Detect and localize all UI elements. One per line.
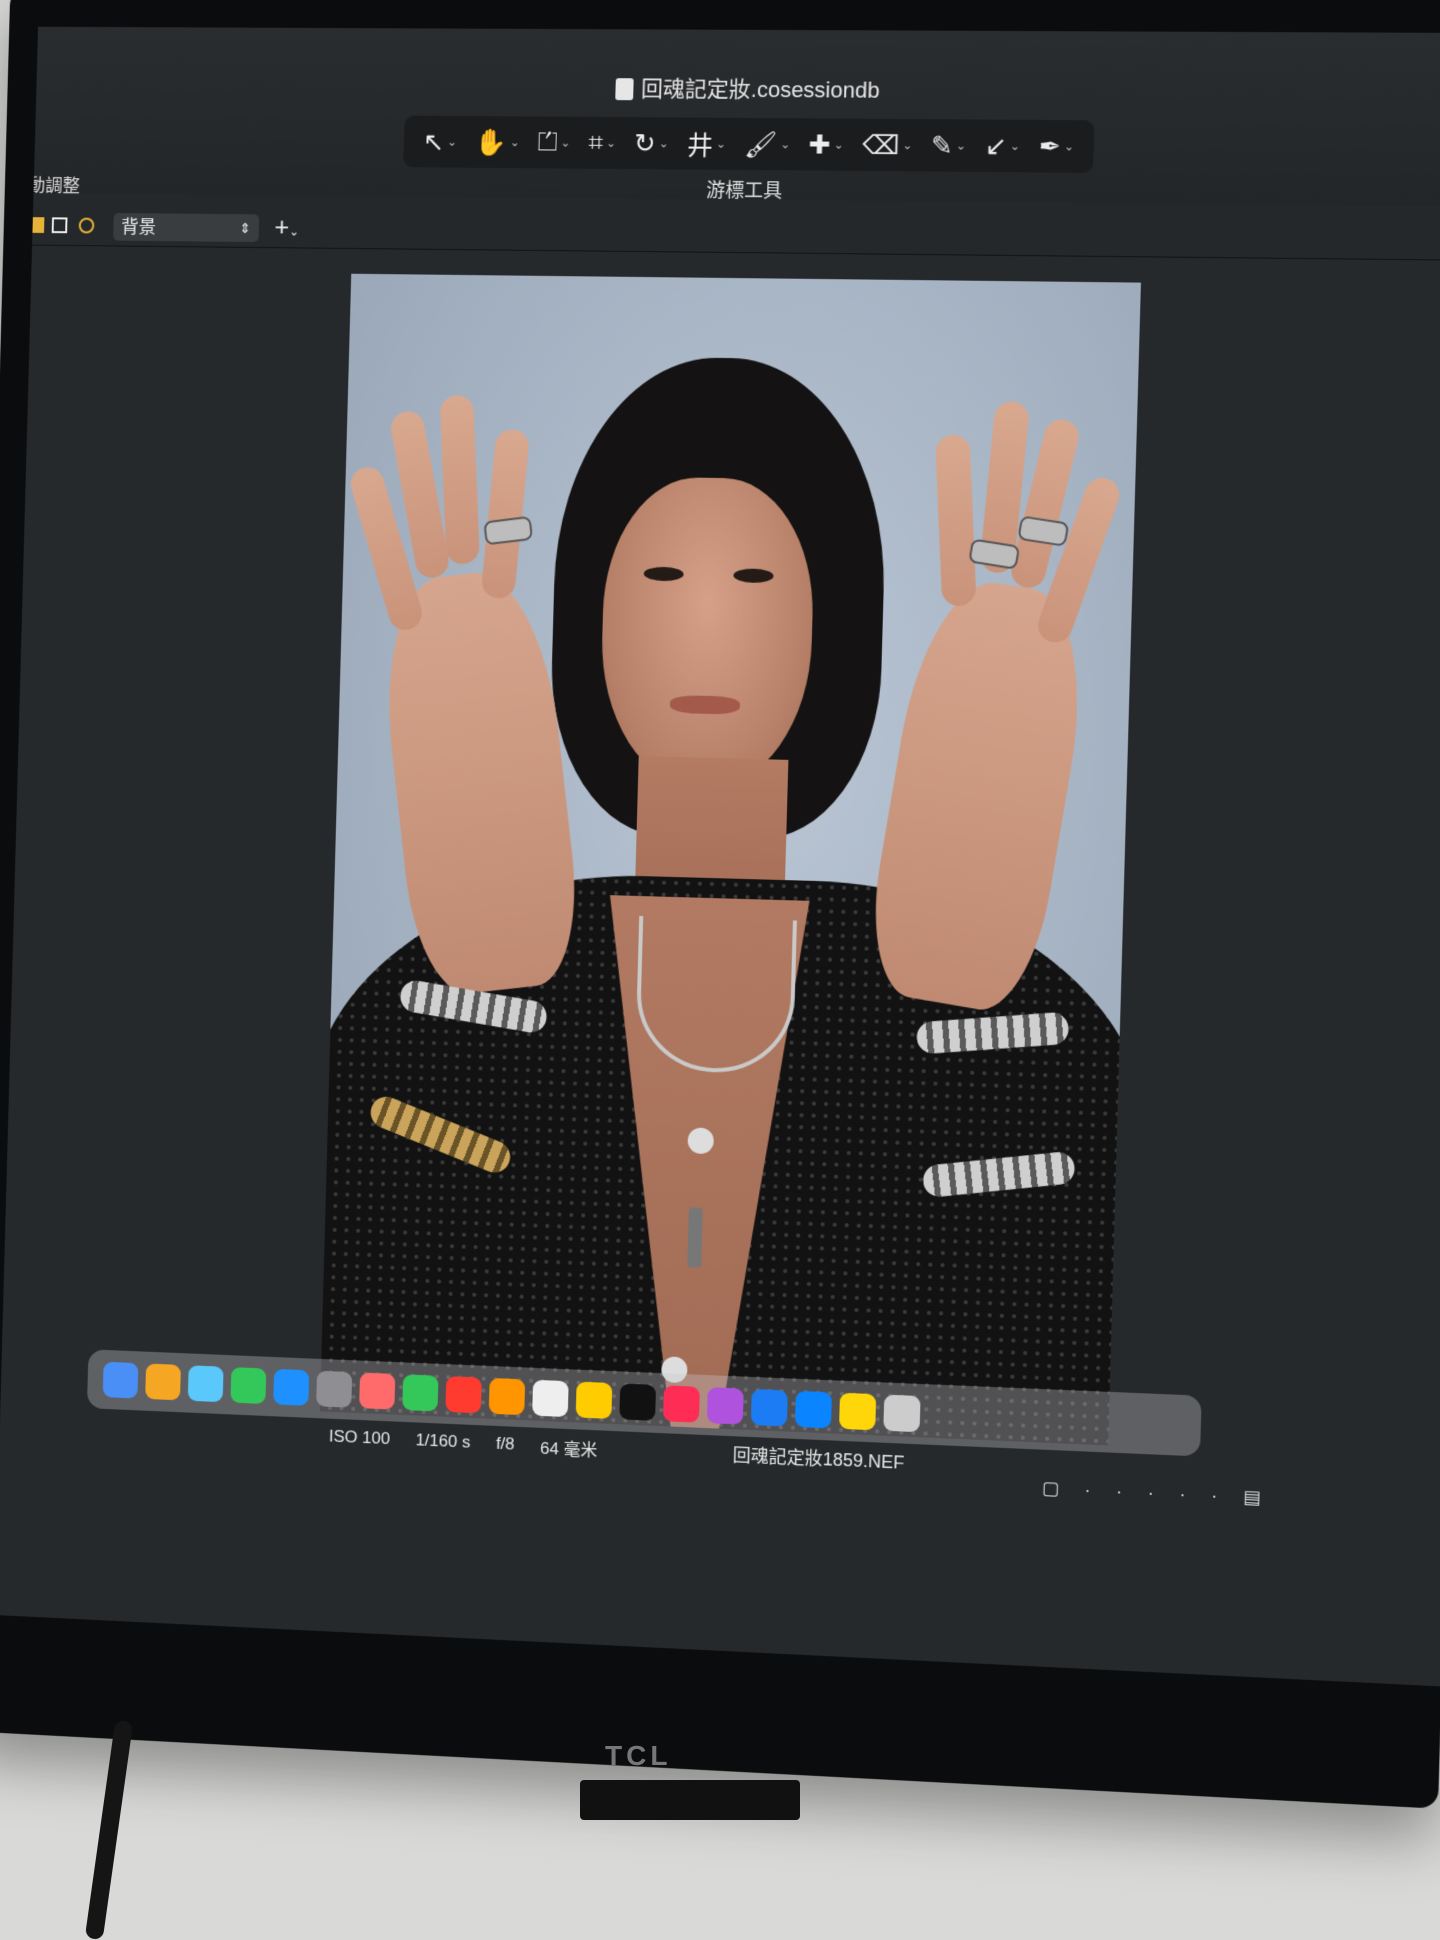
side-panel-label: 動調整 bbox=[27, 175, 81, 196]
brush-tool[interactable]: 🖌 ⌄ bbox=[744, 128, 791, 159]
eraser-icon: ⌫ bbox=[861, 129, 900, 160]
dock-app-icon[interactable] bbox=[883, 1394, 921, 1433]
monitor: 回魂記定妝.cosessiondb ↖ ⌄ ✋ ⌄ ⏍ ⌄ ⌗ ⌄ ↻ ⌄ 井 ⌄ 🖌 ⌄ ✚ ⌄ ⌫ ⌄ ✎ ⌄ ↙ ⌄… bbox=[0, 0, 1440, 1809]
dock-app-icon[interactable] bbox=[145, 1363, 181, 1401]
select-arrows-icon: ⇕ bbox=[239, 220, 252, 237]
dock-app-icon[interactable] bbox=[359, 1372, 396, 1410]
keystone-icon: 井 bbox=[686, 130, 714, 161]
rotate-icon: ↻ bbox=[633, 127, 657, 158]
photo-ring bbox=[483, 515, 534, 546]
photo-finger bbox=[439, 394, 481, 565]
chevron-down-icon: ⌄ bbox=[509, 135, 520, 150]
document-title: 回魂記定妝.cosessiondb bbox=[36, 68, 1440, 109]
tool-palette: ↖ ⌄ ✋ ⌄ ⏍ ⌄ ⌗ ⌄ ↻ ⌄ 井 ⌄ 🖌 ⌄ ✚ ⌄ ⌫ ⌄ ✎ ⌄ ↙ ⌄ ✒ ⌄ bbox=[403, 115, 1095, 173]
pen-tool[interactable]: ✒ ⌄ bbox=[1038, 131, 1074, 163]
dock-app-icon[interactable] bbox=[663, 1385, 700, 1423]
meta-filename: 回魂記定妝1859.NEF bbox=[732, 1445, 905, 1473]
mask-view-icon[interactable] bbox=[78, 217, 95, 234]
straighten-icon: ⏍ bbox=[537, 126, 558, 157]
mask-fill-icon[interactable] bbox=[28, 217, 45, 233]
chevron-down-icon: ⌄ bbox=[780, 137, 791, 152]
photo-mouth bbox=[669, 695, 741, 715]
dock-app-icon[interactable] bbox=[230, 1367, 267, 1405]
chevron-down-icon: ⌄ bbox=[1009, 138, 1021, 154]
monitor-stand bbox=[580, 1780, 800, 1820]
chevron-down-icon: ⌄ bbox=[955, 138, 967, 153]
brush-icon: 🖌 bbox=[743, 128, 778, 159]
dock-app-icon[interactable] bbox=[794, 1390, 832, 1429]
eyedropper-tool[interactable]: ✎ ⌄ bbox=[931, 130, 967, 161]
dock-app-icon[interactable] bbox=[445, 1376, 482, 1414]
straighten-tool[interactable]: ⏍ ⌄ bbox=[537, 126, 570, 158]
keystone-tool[interactable]: 井 ⌄ bbox=[687, 125, 727, 162]
crop-icon: ⌗ bbox=[588, 126, 604, 157]
document-icon bbox=[615, 78, 634, 101]
screen: 回魂記定妝.cosessiondb ↖ ⌄ ✋ ⌄ ⏍ ⌄ ⌗ ⌄ ↻ ⌄ 井 ⌄ 🖌 ⌄ ✚ ⌄ ⌫ ⌄ ✎ ⌄ ↙ ⌄… bbox=[0, 26, 1440, 1687]
dock-app-icon[interactable] bbox=[706, 1387, 744, 1425]
dock-app-icon[interactable] bbox=[750, 1388, 788, 1427]
dock-app-icon[interactable] bbox=[102, 1361, 139, 1399]
meta-focal-length: 64 毫米 bbox=[539, 1438, 598, 1460]
dock-app-icon[interactable] bbox=[532, 1379, 569, 1418]
dock-app-icon[interactable] bbox=[488, 1377, 526, 1416]
meta-aperture: f/8 bbox=[495, 1433, 515, 1454]
photo-hand-right bbox=[858, 400, 1124, 1018]
dock-app-icon[interactable] bbox=[839, 1392, 877, 1431]
dock-app-icon[interactable] bbox=[316, 1370, 353, 1408]
photo-canvas[interactable] bbox=[319, 273, 1141, 1446]
chevron-down-icon: ⌄ bbox=[902, 138, 913, 153]
eyedropper-icon: ✎ bbox=[930, 129, 954, 161]
rotate-tool[interactable]: ↻ ⌄ bbox=[634, 128, 670, 159]
chevron-down-icon: ⌄ bbox=[446, 134, 458, 149]
title-bar: 回魂記定妝.cosessiondb ↖ ⌄ ✋ ⌄ ⏍ ⌄ ⌗ ⌄ ↻ ⌄ 井 ⌄ 🖌 ⌄ ✚ ⌄ ⌫ ⌄ ✎ ⌄ ↙ ⌄… bbox=[33, 26, 1440, 208]
viewer-controls[interactable]: ▢ · · · · · ▤ bbox=[1041, 1478, 1271, 1509]
chevron-down-icon: ⌄ bbox=[288, 224, 300, 239]
dock-app-icon[interactable] bbox=[273, 1368, 310, 1406]
dock-app-icon[interactable] bbox=[575, 1381, 613, 1419]
pen-icon: ✒ bbox=[1038, 130, 1062, 161]
chevron-down-icon: ⌄ bbox=[1063, 139, 1075, 154]
hand-pan-icon: ✋ bbox=[474, 126, 508, 157]
monitor-cable bbox=[84, 1719, 134, 1940]
monitor-brand: TCL bbox=[605, 1740, 672, 1771]
hand-pan-tool[interactable]: ✋ ⌄ bbox=[475, 127, 521, 158]
chevron-down-icon: ⌄ bbox=[560, 135, 571, 150]
image-viewer: ISO 100 1/160 s f/8 64 毫米 回魂記定妝1859.NEF … bbox=[0, 245, 1440, 1687]
healing-icon: ✚ bbox=[808, 128, 832, 160]
chevron-down-icon: ⌄ bbox=[715, 136, 727, 151]
photo-finger bbox=[935, 433, 977, 607]
dock-app-icon[interactable] bbox=[619, 1383, 657, 1421]
arrow-tool-icon: ↙ bbox=[984, 130, 1008, 161]
photo-finger bbox=[480, 428, 531, 600]
dock-app-icon[interactable] bbox=[402, 1374, 439, 1412]
healing-tool[interactable]: ✚ ⌄ bbox=[808, 129, 844, 160]
photo-pendant bbox=[687, 1207, 703, 1268]
chevron-down-icon: ⌄ bbox=[833, 137, 845, 152]
meta-iso: ISO 100 bbox=[328, 1426, 391, 1449]
chevron-down-icon: ⌄ bbox=[605, 135, 617, 150]
meta-shutter: 1/160 s bbox=[415, 1430, 471, 1452]
add-layer-button[interactable]: +⌄ bbox=[274, 212, 299, 243]
eraser-tool[interactable]: ⌫ ⌄ bbox=[862, 129, 913, 161]
chevron-down-icon: ⌄ bbox=[658, 136, 670, 151]
cursor-arrow-icon: ↖ bbox=[422, 126, 445, 157]
cursor-arrow-tool[interactable]: ↖ ⌄ bbox=[422, 126, 457, 157]
arrow-tool-tool[interactable]: ↙ ⌄ bbox=[984, 130, 1020, 162]
crop-tool[interactable]: ⌗ ⌄ bbox=[588, 127, 616, 159]
dock-app-icon[interactable] bbox=[187, 1365, 224, 1403]
mask-outline-icon[interactable] bbox=[51, 217, 68, 234]
layer-select[interactable]: 背景 ⇕ bbox=[113, 213, 260, 243]
